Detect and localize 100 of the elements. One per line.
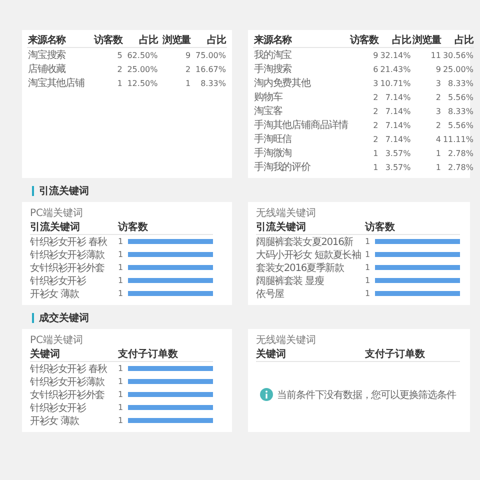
keyword-cell-text: 针织衫女开衫薄款 (30, 248, 106, 262)
value-cell-text: 1 (365, 250, 372, 259)
value-cell-text: 1 (118, 390, 124, 399)
table-cell-text: 7.14% (384, 92, 412, 104)
keyword-cell-text: 针织衫女开衫 (30, 274, 87, 288)
keyword-cell-text: 开衫女 薄款 (30, 414, 80, 428)
keyword-cell-text: 针织衫女开衫 (30, 402, 87, 414)
accent-bar (32, 313, 34, 323)
column-header: 访客数 (365, 220, 396, 234)
table-cell-text: 3.57% (384, 162, 412, 174)
panel-label: 无线端关键词 (256, 334, 317, 347)
column-header: 引流关键词 (256, 220, 307, 234)
keyword-cell-text: 针织衫女开衫 春秋 (30, 236, 108, 248)
table-cell: 30.56% (442, 48, 474, 62)
table-cell-text: 2 (372, 134, 380, 146)
column-header: 占比 (192, 33, 227, 48)
value-cell-text: 1 (365, 263, 372, 272)
table-cell-text: 2 (372, 120, 380, 132)
table-cell-text: 7.14% (384, 106, 412, 118)
panel-label: 无线端关键词 (256, 206, 317, 220)
table-cell-text: 购物车 (253, 90, 284, 104)
keyword-cell-text: 依号屋 (256, 288, 285, 300)
table-cell-text: 10.71% (379, 78, 412, 90)
table-cell-text: 淘宝客 (253, 104, 284, 118)
column-header: 浏览量 (158, 33, 192, 48)
table-cell-text: 店铺收藏 (27, 62, 67, 76)
table-cell-text: 2 (434, 120, 442, 132)
table-cell-text: 2 (116, 64, 124, 76)
table-cell-text: 5.56% (447, 120, 474, 132)
column-header: 关键词 (256, 348, 287, 361)
empty-message: 当前条件下没有数据，您可以更换筛选条件 (277, 388, 456, 402)
table-cell-text: 8.33% (200, 78, 227, 90)
panel-label: PC端关键词 (30, 206, 84, 220)
info-icon (260, 388, 274, 401)
value-cell-text: 1 (118, 377, 124, 386)
keyword-cell-text: 阔腿裤套装 显瘦 (256, 274, 325, 288)
column-header: 访客数 (349, 33, 380, 48)
column-header: 浏览量 (412, 33, 442, 48)
column-header: 访客数 (90, 33, 124, 48)
table-cell-text: 7.14% (384, 120, 412, 132)
table-cell-text: 7.14% (384, 134, 412, 146)
value-cell-text: 1 (118, 263, 124, 272)
table-cell-text: 1 (372, 148, 380, 160)
table-cell-text: 3 (434, 78, 442, 90)
table-cell-text: 1 (434, 162, 442, 174)
panel-label: PC端关键词 (30, 334, 84, 347)
column-header: 占比 (123, 33, 159, 48)
table-cell-text: 2.78% (447, 148, 474, 160)
table-cell-text: 3 (372, 78, 380, 90)
table-cell-text: 8.33% (447, 78, 474, 90)
value-cell-text: 1 (365, 237, 372, 246)
section-title: 成交关键词 (39, 311, 89, 325)
keyword-cell-text: 阔腿裤套装女夏2016新 (256, 236, 354, 248)
table-cell-text: 5.56% (447, 92, 474, 104)
table-cell: 32.14% (379, 48, 412, 62)
value-cell-text: 1 (118, 237, 124, 246)
table-cell-text: 手淘微淘 (253, 146, 293, 160)
table-cell: 我的淘宝 (253, 48, 350, 62)
keyword-cell-text: 女针织衫开衫外套 (30, 262, 106, 274)
table-cell-text: 手淘我的评价 (253, 160, 312, 174)
value-cell-text: 1 (365, 289, 372, 298)
table-cell: 75.00% (192, 48, 227, 62)
table-cell-text: 淘宝其他店铺 (27, 76, 86, 90)
table-cell-text: 3 (434, 106, 442, 118)
table-cell-text: 16.67% (194, 64, 227, 76)
column-header: 关键词 (30, 348, 61, 361)
value-cell-text: 1 (118, 416, 124, 425)
table-cell-text: 手淘旺信 (253, 132, 293, 146)
table-cell-text: 1 (116, 78, 124, 90)
table-cell-text: 2 (372, 92, 380, 104)
column-header: 占比 (379, 33, 412, 48)
section-title: 引流关键词 (39, 184, 89, 198)
table-cell-text: 1 (184, 78, 192, 90)
keyword-cell-text: 女针织衫开衫外套 (30, 388, 106, 402)
keyword-cell-text: 开衫女 薄款 (30, 288, 80, 300)
table-cell-text: 21.43% (379, 64, 412, 76)
value-cell-text: 1 (118, 250, 124, 259)
column-header: 支付子订单数 (118, 348, 179, 361)
table-cell-text: 6 (372, 64, 380, 76)
column-header: 来源名称 (253, 33, 350, 48)
table-cell: 5 (90, 48, 124, 62)
table-cell-text: 4 (434, 134, 442, 146)
table-cell-text: 2 (434, 92, 442, 104)
column-header: 引流关键词 (30, 220, 81, 234)
keyword-cell-text: 针织衫女开衫 春秋 (30, 362, 108, 376)
table-cell-text: 2 (372, 106, 380, 118)
table-cell-text: 2 (184, 64, 192, 76)
table-cell: 11 (412, 48, 442, 62)
table-cell-text: 12.50% (126, 78, 159, 90)
table-cell: 淘宝搜索 (27, 48, 91, 62)
value-cell-text: 1 (118, 289, 124, 298)
table-cell-text: 11.11% (442, 134, 474, 146)
table-cell-text: 1 (434, 148, 442, 160)
table-cell-text: 8.33% (447, 106, 474, 118)
value-cell-text: 1 (118, 364, 124, 373)
table-cell: 9 (349, 48, 380, 62)
column-header: 支付子订单数 (365, 348, 426, 361)
table-cell: 9 (158, 48, 192, 62)
table-cell-text: 手淘搜索 (253, 62, 293, 76)
column-header: 访客数 (118, 220, 149, 234)
